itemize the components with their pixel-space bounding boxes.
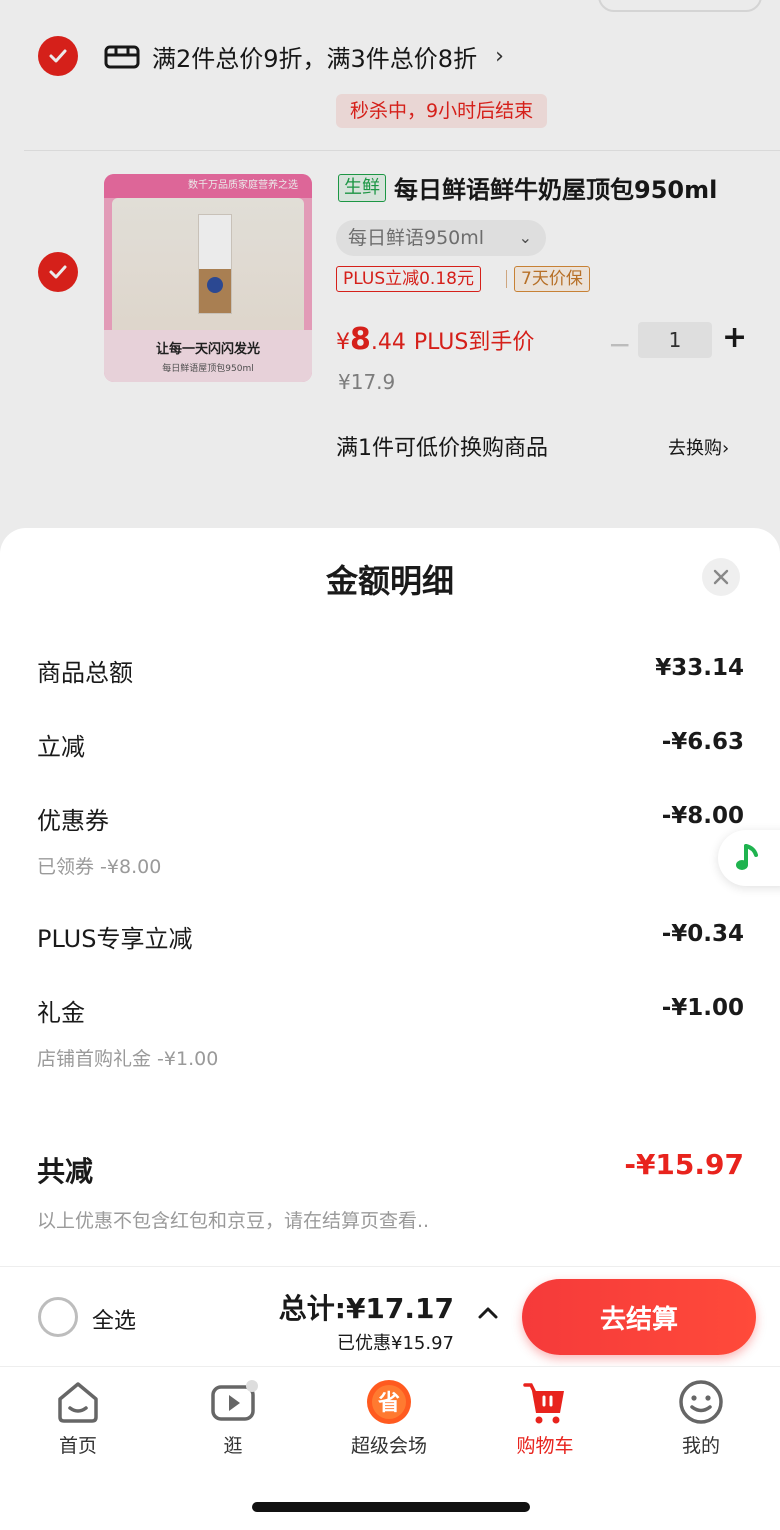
saved-amount: 已优惠¥15.97 xyxy=(337,1333,454,1354)
select-all-checkbox[interactable] xyxy=(38,1297,78,1337)
sheet-title: 金额明细 xyxy=(325,562,454,600)
close-icon xyxy=(713,569,729,585)
row-value-goods-total: ¥33.14 xyxy=(655,655,744,681)
total-price: 总计:¥17.17 xyxy=(278,1292,454,1325)
row-label-goods-total: 商品总额 xyxy=(37,659,133,687)
total-discount-label: 共减 xyxy=(37,1155,94,1188)
discount-note: 以上优惠不包含红包和京豆，请在结算页查看.. xyxy=(37,1210,430,1232)
tab-profile[interactable]: 我的 xyxy=(641,1377,761,1458)
tab-home[interactable]: 首页 xyxy=(18,1377,138,1458)
checkout-bar: 全选 总计:¥17.17 已优惠¥15.97 去结算 xyxy=(0,1266,780,1366)
row-label-coupon: 优惠券 xyxy=(37,807,109,835)
amount-detail-sheet: 金额明细 商品总额 ¥33.14 立减 -¥6.63 优惠券 -¥8.00 已领… xyxy=(0,528,780,1268)
total-discount-value: -¥15.97 xyxy=(624,1148,744,1181)
svg-text:省: 省 xyxy=(377,1391,400,1416)
tab-cart[interactable]: 购物车 xyxy=(485,1377,605,1458)
row-value-plus-discount: -¥0.34 xyxy=(661,921,744,947)
profile-smile-icon xyxy=(679,1380,723,1424)
row-value-gift-money: -¥1.00 xyxy=(661,995,744,1021)
close-button[interactable] xyxy=(702,558,740,596)
home-icon xyxy=(58,1382,98,1423)
row-label-plus-discount: PLUS专享立减 xyxy=(37,925,193,953)
tab-cart-label: 购物车 xyxy=(516,1435,574,1457)
home-indicator xyxy=(252,1502,530,1512)
tab-super-venue-label: 超级会场 xyxy=(350,1435,427,1457)
row-label-instant-discount: 立减 xyxy=(37,733,85,761)
checkout-button[interactable]: 去结算 xyxy=(522,1279,756,1355)
tab-browse[interactable]: 逛 xyxy=(173,1377,293,1458)
cart-icon xyxy=(523,1383,564,1424)
video-play-icon xyxy=(211,1380,258,1421)
row-sub-gift-money: 店铺首购礼金 -¥1.00 xyxy=(37,1048,219,1070)
row-value-coupon: -¥8.00 xyxy=(661,803,744,829)
super-venue-icon: 省 xyxy=(367,1380,411,1424)
music-note-icon xyxy=(736,844,758,870)
chevron-up-icon[interactable] xyxy=(476,1301,500,1325)
select-all-label[interactable]: 全选 xyxy=(92,1303,136,1335)
row-value-instant-discount: -¥6.63 xyxy=(661,729,744,755)
row-sub-coupon: 已领券 -¥8.00 xyxy=(37,856,162,878)
row-label-gift-money: 礼金 xyxy=(37,999,85,1027)
tab-browse-label: 逛 xyxy=(223,1435,243,1457)
floating-music-button[interactable] xyxy=(718,830,780,886)
tab-super-venue[interactable]: 省 超级会场 xyxy=(329,1377,449,1458)
tab-home-label: 首页 xyxy=(58,1435,97,1457)
tab-profile-label: 我的 xyxy=(681,1435,720,1457)
